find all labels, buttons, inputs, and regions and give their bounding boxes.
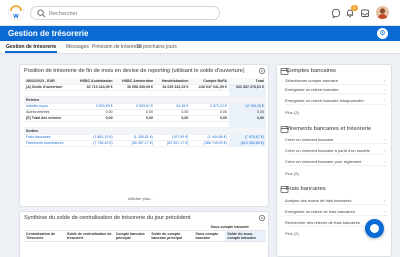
more-link[interactable]: Plus (5): [285, 171, 299, 176]
chat-icon[interactable]: [331, 8, 341, 18]
sidebar-item[interactable]: Rechercher des relevés de frais bancaire…: [285, 219, 363, 227]
chevron-right-icon: ›: [383, 159, 385, 164]
table-cell: [190, 127, 229, 135]
table-cell: [228, 127, 266, 135]
chevron-right-icon: ›: [383, 87, 385, 92]
page-title: Gestion de trésorerie: [8, 29, 89, 38]
top-bar: w 3: [0, 0, 400, 26]
table-cell: [155, 96, 191, 104]
sidebar-item-label: Sélectionner compte bancaire: [285, 78, 338, 83]
table-cell: [228, 96, 266, 104]
search-icon: [37, 9, 46, 18]
settings-circle-icon[interactable]: ⚙: [377, 28, 388, 39]
table-cell[interactable]: (62 357,17 €): [155, 140, 191, 147]
table-row: Sorties: [24, 127, 266, 135]
cash-pooling-table: Sous-compte bancaire Centralisation de T…: [24, 224, 266, 242]
active-tab-indicator: [5, 51, 57, 53]
tab-15-jours[interactable]: 15 prochains jours: [136, 44, 177, 50]
row-label[interactable]: Paiements fournisseurs: [24, 140, 73, 147]
gear-icon[interactable]: [258, 67, 266, 75]
table-cell: [72, 127, 115, 135]
sidebar-item[interactable]: Enregistrer un relevé de frais bancaires…: [285, 208, 387, 216]
tab-bar: [0, 41, 400, 54]
table-cell[interactable]: (65 357,17 €): [114, 140, 155, 147]
tab-gestion-tresorerie[interactable]: Gestion de trésorerie: [6, 44, 56, 50]
section-title-virements: Virements bancaires et trésorerie: [286, 126, 372, 132]
chevron-right-icon: ›: [383, 209, 385, 214]
sidebar-item[interactable]: Sélectionner compte bancaire ›: [285, 77, 387, 85]
search-bar[interactable]: [30, 6, 220, 20]
table-cell: [114, 127, 155, 135]
column-header: Solde du sous-compte bancaire: [225, 230, 266, 242]
chevron-right-icon: ›: [383, 78, 385, 83]
sidebar-item[interactable]: Créer un virement bancaire à partir d'un…: [285, 147, 387, 155]
table-cell: [72, 96, 115, 104]
svg-text:w: w: [12, 13, 19, 20]
search-input[interactable]: [49, 8, 214, 19]
more-link[interactable]: Plus (3): [285, 110, 299, 115]
column-header: Centralisation de Trésorerie: [24, 230, 65, 242]
cash-position-title: Position de trésorerie de fin de mois en…: [24, 68, 245, 74]
user-avatar[interactable]: [376, 6, 389, 19]
row-label: Entrées: [24, 96, 73, 104]
sidebar-item[interactable]: Enregistrer un relevé bancaire ›: [285, 86, 387, 94]
inbox-icon[interactable]: [360, 8, 370, 18]
table-cell: [114, 96, 155, 104]
table-cell: [155, 127, 191, 135]
sidebar-item-label: Créer un virement bancaire pour règlemen…: [285, 159, 362, 164]
assistant-fab[interactable]: [365, 219, 384, 238]
sidebar-item-label: Enregistrer un relevé bancaire intrajour…: [285, 98, 364, 103]
column-header: Compte bancaire principal: [113, 230, 150, 242]
gear-icon[interactable]: [258, 214, 266, 222]
notification-badge: 3: [351, 5, 358, 11]
chevron-right-icon: ›: [383, 198, 385, 203]
column-header: Solde du compte bancaire principal: [149, 230, 194, 242]
tab-prevision-tresorerie[interactable]: Prévision de trésorerie: [92, 44, 142, 50]
sidebar-item[interactable]: Enregistrer un relevé bancaire intrajour…: [285, 97, 387, 105]
row-label: Sorties: [24, 127, 73, 135]
tab-messages[interactable]: Messages: [66, 44, 89, 50]
table-cell[interactable]: (7 738,43 €): [72, 140, 115, 147]
sidebar-item-label: Rechercher des relevés de frais bancaire…: [285, 220, 360, 225]
table-cell[interactable]: (386 749,09 €): [190, 140, 229, 147]
table-row: Entrées: [24, 96, 266, 104]
column-header: Sous-compte bancaire: [193, 230, 226, 242]
chevron-right-icon: ›: [383, 98, 385, 103]
cash-position-table: 28/02/2023 - EUR HSBC Australasian HSBC …: [24, 78, 266, 147]
table-cell[interactable]: (613 384,85 €): [228, 140, 266, 147]
sidebar-item[interactable]: Créer un virement bancaire pour règlemen…: [285, 158, 387, 166]
workday-logo-icon[interactable]: w: [8, 5, 24, 21]
person-icon: [376, 6, 389, 19]
sidebar-item-label: Enregistrer un relevé bancaire: [285, 87, 339, 92]
chevron-right-icon: ›: [383, 137, 385, 142]
assistant-icon: [370, 224, 379, 233]
sidebar-item-label: Créer un virement bancaire: [285, 137, 334, 142]
section-title-frais-bancaires: Frais bancaires: [286, 186, 326, 192]
column-header: Solde de centralisation de trésorerie: [64, 230, 114, 242]
chevron-right-icon: ›: [383, 148, 385, 153]
sidebar-item-label: Analyse des écarts de frais bancaires: [285, 198, 352, 203]
table-row: Paiements fournisseurs (7 738,43 €) (65 35…: [24, 140, 266, 147]
sidebar-item[interactable]: Analyse des écarts de frais bancaires ›: [285, 197, 387, 205]
sidebar-item-label: Créer un virement bancaire à partir d'un…: [285, 148, 370, 153]
show-more-link[interactable]: Afficher plus...: [128, 196, 153, 201]
cash-pooling-title: Synthèse du solde de centralisation de t…: [24, 215, 191, 221]
sidebar-item[interactable]: Créer un virement bancaire ›: [285, 136, 387, 144]
more-link[interactable]: Plus (2): [285, 231, 299, 236]
section-title-comptes-bancaires: Comptes bancaires: [286, 68, 336, 74]
table-cell: [190, 96, 229, 104]
sidebar-item-label: Enregistrer un relevé de frais bancaires: [285, 209, 355, 214]
